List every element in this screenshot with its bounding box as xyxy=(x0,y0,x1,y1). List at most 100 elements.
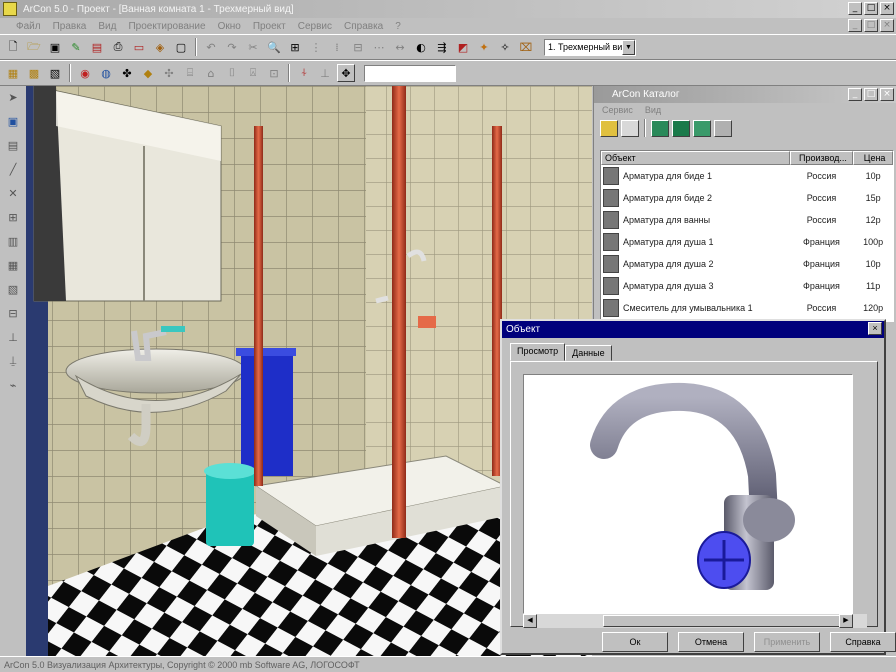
app-icon[interactable] xyxy=(3,2,17,16)
menu-service[interactable]: Сервис xyxy=(298,21,332,32)
new-file-icon[interactable]: 🗋 xyxy=(4,38,22,56)
chevron-down-icon[interactable]: ▼ xyxy=(622,39,635,55)
elevation-icon[interactable]: ⍊ xyxy=(4,352,22,370)
navigate-icon[interactable]: ✥ xyxy=(337,64,355,82)
tag-icon[interactable]: ⌁ xyxy=(4,376,22,394)
list-view-icon[interactable] xyxy=(621,119,639,137)
table-row[interactable]: Арматура для душа 3 Франция 11р xyxy=(601,275,893,297)
grid2-icon[interactable]: ⁞ xyxy=(328,38,346,56)
apply-button[interactable]: Применить xyxy=(754,632,820,652)
select-icon[interactable]: ▣ xyxy=(4,112,22,130)
wand-icon[interactable]: ✧ xyxy=(496,38,514,56)
light-icon[interactable]: ✦ xyxy=(475,38,493,56)
preview-icon[interactable] xyxy=(651,119,669,137)
column-price[interactable]: Цена xyxy=(853,151,893,165)
level-icon[interactable]: ⊥ xyxy=(4,328,22,346)
doc-minimize-button[interactable]: _ xyxy=(848,19,862,32)
floor-icon[interactable]: ▧ xyxy=(46,64,64,82)
zoom-icon[interactable]: 🔍 xyxy=(265,38,283,56)
scroll-left-icon[interactable]: ◀ xyxy=(523,614,537,628)
catalog-close-button[interactable]: × xyxy=(880,88,894,101)
image-icon[interactable] xyxy=(672,119,690,137)
help-button[interactable]: Справка xyxy=(830,632,896,652)
zoom-window-icon[interactable]: ⊞ xyxy=(286,38,304,56)
chimney-icon[interactable]: ⊡ xyxy=(265,64,283,82)
material-icon[interactable]: ◉ xyxy=(76,64,94,82)
scroll-right-icon[interactable]: ▶ xyxy=(839,614,853,628)
roof-icon[interactable]: ⌂ xyxy=(202,64,220,82)
plant-icon[interactable]: ✣ xyxy=(160,64,178,82)
scroll-thumb[interactable] xyxy=(603,615,843,627)
render-icon[interactable]: ◐ xyxy=(412,38,430,56)
maximize-button[interactable]: □ xyxy=(864,2,878,15)
text-tool-icon[interactable]: ▦ xyxy=(4,256,22,274)
palette-icon[interactable]: ◈ xyxy=(151,38,169,56)
window-icon[interactable]: ▭ xyxy=(130,38,148,56)
cross-icon[interactable]: ✕ xyxy=(4,184,22,202)
grid-icon[interactable]: ⋮ xyxy=(307,38,325,56)
view-selector[interactable]: 1. Трехмерный вид ▼ xyxy=(544,38,636,56)
doc-close-button[interactable]: × xyxy=(880,19,894,32)
layer-selector[interactable] xyxy=(364,64,456,82)
dimension-icon[interactable]: ⊞ xyxy=(4,208,22,226)
cut-icon[interactable]: ✂ xyxy=(244,38,262,56)
window-insert-icon[interactable]: ⌷ xyxy=(223,64,241,82)
menu-about[interactable]: ? xyxy=(395,21,401,32)
thumbnail-icon[interactable] xyxy=(693,119,711,137)
brush-tool-icon[interactable] xyxy=(714,119,732,137)
table-row[interactable]: Арматура для душа 2 Франция 10р xyxy=(601,253,893,275)
catalog-menu-service[interactable]: Сервис xyxy=(602,105,633,115)
horizontal-scrollbar[interactable]: ◀ ▶ xyxy=(523,614,867,628)
walk-icon[interactable]: ⇶ xyxy=(433,38,451,56)
hatch-icon[interactable]: ▥ xyxy=(4,232,22,250)
measure-icon[interactable]: ↔ xyxy=(391,38,409,56)
table-row[interactable]: Смеситель для умывальника 1 Россия 120р xyxy=(601,297,893,319)
catalog-menu-view[interactable]: Вид xyxy=(645,105,661,115)
menu-window[interactable]: Окно xyxy=(218,21,241,32)
texture-icon[interactable]: ◍ xyxy=(97,64,115,82)
folder-icon[interactable] xyxy=(600,119,618,137)
wall-draw-icon[interactable]: ▤ xyxy=(4,136,22,154)
column-object[interactable]: Объект xyxy=(601,151,790,165)
brush-icon[interactable]: ⌧ xyxy=(517,38,535,56)
snap-icon[interactable]: ⋯ xyxy=(370,38,388,56)
layers-icon[interactable]: ▤ xyxy=(88,38,106,56)
table-row[interactable]: Арматура для ванны Россия 12р xyxy=(601,209,893,231)
wall-icon[interactable]: ▦ xyxy=(4,64,22,82)
redo-icon[interactable]: ↷ xyxy=(223,38,241,56)
object-preview[interactable]: ▲ ▼ xyxy=(523,374,853,614)
print-icon[interactable]: ⎙ xyxy=(109,38,127,56)
cancel-button[interactable]: Отмена xyxy=(678,632,744,652)
catalog-minimize-button[interactable]: _ xyxy=(848,88,862,101)
dialog-close-button[interactable]: × xyxy=(868,322,882,335)
table-row[interactable]: Арматура для биде 1 Россия 10р xyxy=(601,165,893,187)
menu-project[interactable]: Проект xyxy=(253,21,286,32)
camera-icon[interactable]: ◩ xyxy=(454,38,472,56)
object-icon[interactable]: ✤ xyxy=(118,64,136,82)
ok-button[interactable]: Ок xyxy=(602,632,668,652)
align-icon[interactable]: ⊟ xyxy=(349,38,367,56)
pointer-icon[interactable]: ➤ xyxy=(4,88,22,106)
menu-file[interactable]: Файл xyxy=(16,21,41,32)
close-button[interactable]: × xyxy=(880,2,894,15)
menu-help[interactable]: Справка xyxy=(344,21,383,32)
undo-icon[interactable]: ↶ xyxy=(202,38,220,56)
line-icon[interactable]: ╱ xyxy=(4,160,22,178)
frame-icon[interactable]: ▢ xyxy=(172,38,190,56)
symbol-icon[interactable]: ▧ xyxy=(4,280,22,298)
pencil-icon[interactable]: ✎ xyxy=(67,38,85,56)
pipe-icon[interactable]: ⍭ xyxy=(295,64,313,82)
column-producer[interactable]: Производ... xyxy=(789,151,854,165)
save-icon[interactable]: ▣ xyxy=(46,38,64,56)
stairs-icon[interactable]: ⌸ xyxy=(181,64,199,82)
room-icon[interactable]: ▩ xyxy=(25,64,43,82)
column-icon[interactable]: ⊥ xyxy=(316,64,334,82)
table-row[interactable]: Арматура для биде 2 Россия 15р xyxy=(601,187,893,209)
doc-maximize-button[interactable]: □ xyxy=(864,19,878,32)
menu-edit[interactable]: Правка xyxy=(53,21,87,32)
minimize-button[interactable]: _ xyxy=(848,2,862,15)
tab-data[interactable]: Данные xyxy=(565,345,612,361)
furniture-icon[interactable]: ◆ xyxy=(139,64,157,82)
tab-preview[interactable]: Просмотр xyxy=(510,343,566,361)
menu-view[interactable]: Вид xyxy=(98,21,116,32)
